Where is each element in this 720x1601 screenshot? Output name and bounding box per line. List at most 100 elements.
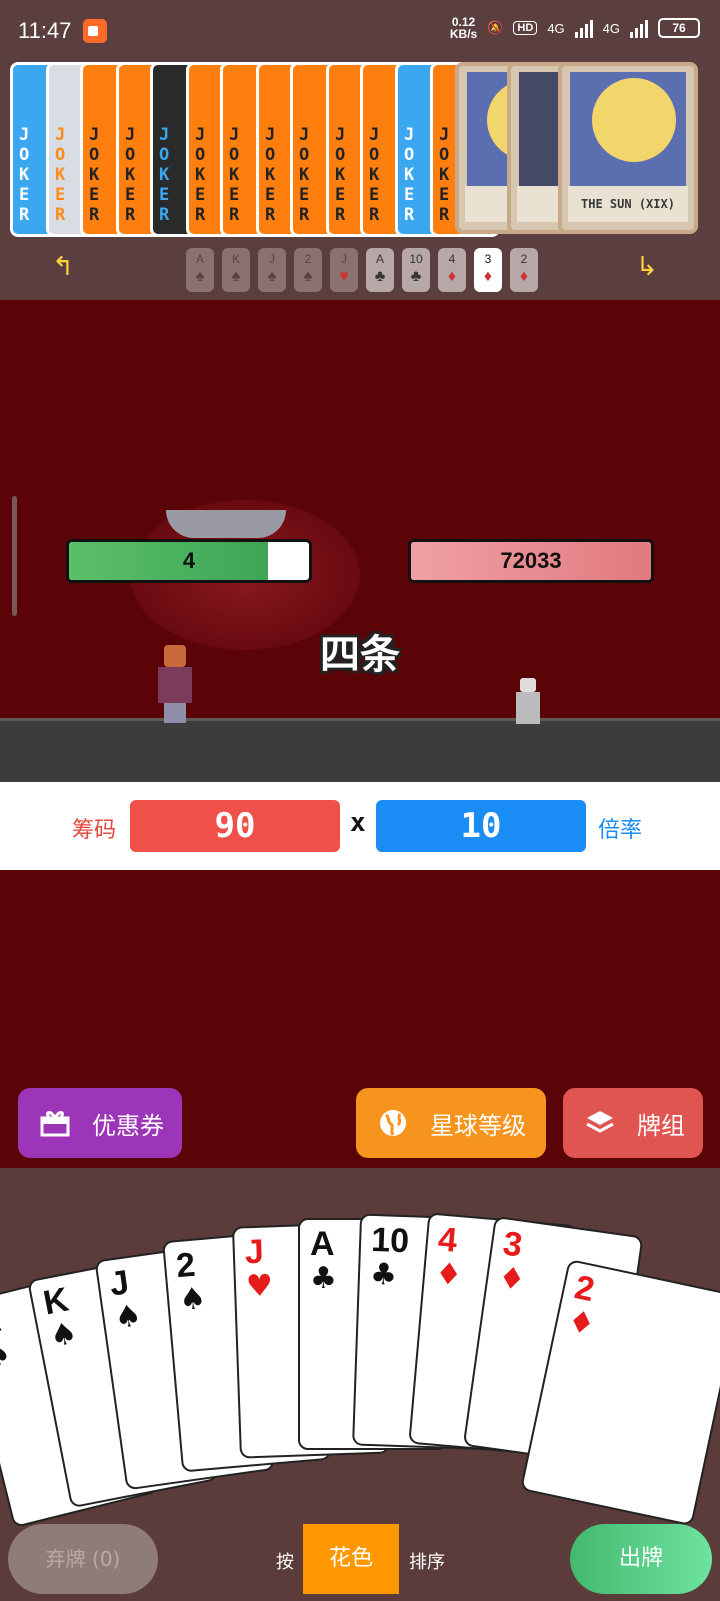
joker-card-label: JOKER [55,125,66,225]
enemy-hp-value: 72033 [500,548,562,573]
joker-card-label: JOKER [404,125,415,225]
chip-rank: 10 [409,252,423,266]
card-suit: ♦ [496,1260,528,1299]
status-time: 11:47 [18,18,72,43]
joker-card-label: JOKER [159,125,170,225]
history-chip: K ♠ [222,248,250,292]
chip-rank: A [195,252,204,266]
joker-card-label: JOKER [195,125,206,225]
tarot-caption: THE SUN (XIX) [568,186,688,222]
chip-suit: ♦ [483,268,493,285]
chip-rank: 2 [520,252,528,266]
card-rank: J [244,1232,265,1272]
coupon-button[interactable]: 优惠券 [18,1088,182,1158]
score-row: 筹码 90 x 10 倍率 [0,782,720,870]
history-chip: A ♣ [366,248,394,292]
deck-label: 牌组 [637,1111,685,1140]
status-right: 0.12 KB/s 🔕 HD 4G 4G 76 [450,16,700,40]
card-suit: ♦ [433,1256,464,1294]
bottom-bar: 弃牌 (0) 按 花色 排序 出牌 [0,1516,720,1601]
card-rank: J [107,1263,132,1304]
multiply-sign: x [350,808,366,838]
card-suit: ♦ [564,1303,599,1344]
chip-suit: ♠ [195,268,205,285]
history-chip: 4 ♦ [438,248,466,292]
moon-icon [166,510,286,538]
joker-area: JOKER JOKER JOKER JOKER JOKER JOKER JOKER JOKER… [0,62,720,240]
chip-rank: J [269,252,275,266]
card-rank: A [310,1225,335,1263]
planet-level-label: 星球等级 [430,1111,526,1140]
history-chip: J ♠ [258,248,286,292]
history-next-button[interactable]: ↳ [636,252,658,282]
mult-value: 10 [376,800,586,852]
joker-card-label: JOKER [369,125,380,225]
chip-rank: 3 [484,252,492,266]
coupon-label: 优惠券 [92,1111,164,1140]
chip-suit: ♥ [339,268,349,285]
card-rank: 10 [370,1220,410,1261]
card-rank: 2 [174,1245,197,1286]
globe-icon [378,1108,408,1138]
history-chip: A ♠ [186,248,214,292]
sun-icon [592,78,676,162]
history-chip: 3 ♦ [474,248,502,292]
planet-level-button[interactable]: 星球等级 [356,1088,546,1158]
chip-rank: 2 [304,252,312,266]
history-chip: 10 ♣ [402,248,430,292]
tarot-card-3[interactable]: THE SUN (XIX) [558,62,698,234]
net-speed: 0.12 KB/s [450,16,477,40]
joker-card-label: JOKER [19,125,30,225]
card-suit: ♣ [310,1261,337,1296]
history-chip: J ♥ [330,248,358,292]
card-rank: 2 [571,1268,598,1310]
chip-suit: ♠ [303,268,313,285]
joker-card-label: JOKER [89,125,100,225]
deck-button[interactable]: 牌组 [563,1088,703,1158]
card-suit: ♠ [0,1335,15,1376]
net-speed-unit: KB/s [449,27,478,41]
signal-icon-1 [574,18,593,38]
ground [0,718,720,782]
mute-icon: 🔕 [487,20,504,35]
history-chips: A ♠ K ♠ J ♠ 2 ♠ J ♥ A ♣ 10 ♣ 4 ♦ 3 ♦ 2 ♦ [186,248,538,292]
history-prev-button[interactable]: ↰ [52,252,74,282]
battle-scene: 4 72033 四条 [0,300,720,782]
status-bar: 11:47 0.12 KB/s 🔕 HD 4G 4G 76 [0,0,720,62]
play-hand-button[interactable]: 出牌 [570,1524,712,1594]
card-suit: ♠ [47,1315,81,1355]
chips-label: 筹码 [72,818,117,843]
chip-rank: A [375,252,384,266]
card-rank: K [40,1280,72,1323]
card-suit: ♥ [245,1268,274,1305]
card-suit: ♠ [177,1280,208,1319]
history-chip: 2 ♠ [294,248,322,292]
card-suit: ♠ [112,1297,144,1337]
joker-card-label: JOKER [229,125,240,225]
screen-record-icon [83,19,108,43]
card-rank: 3 [500,1224,525,1265]
chip-suit: ♦ [447,268,457,285]
joker-card-label: JOKER [299,125,310,225]
sort-mode-button[interactable]: 花色 [303,1524,399,1594]
signal-label-1: 4G [547,20,565,36]
battery-icon: 76 [658,18,700,38]
hand-history: ↰ A ♠ K ♠ J ♠ 2 ♠ J ♥ A ♣ 10 ♣ 4 ♦ 3 ♦ 2 ♦ ↳ [0,240,720,300]
chip-suit: ♣ [410,268,422,285]
signal-label-2: 4G [602,20,620,36]
card-rank: 4 [436,1220,459,1260]
chip-suit: ♠ [231,268,241,285]
chip-rank: K [231,252,240,266]
history-chip: 2 ♦ [510,248,538,292]
chip-rank: J [341,252,347,266]
layers-icon [585,1108,615,1138]
discard-button[interactable]: 弃牌 (0) [8,1524,158,1594]
joker-card-label: JOKER [125,125,136,225]
joker-card-label: JOKER [439,125,450,225]
sort-suffix: 排序 [409,1552,445,1573]
mult-label: 倍率 [598,818,643,843]
hero-sprite [150,645,200,725]
chip-suit: ♣ [374,268,386,285]
gift-icon [40,1108,70,1138]
chip-suit: ♦ [519,268,529,285]
